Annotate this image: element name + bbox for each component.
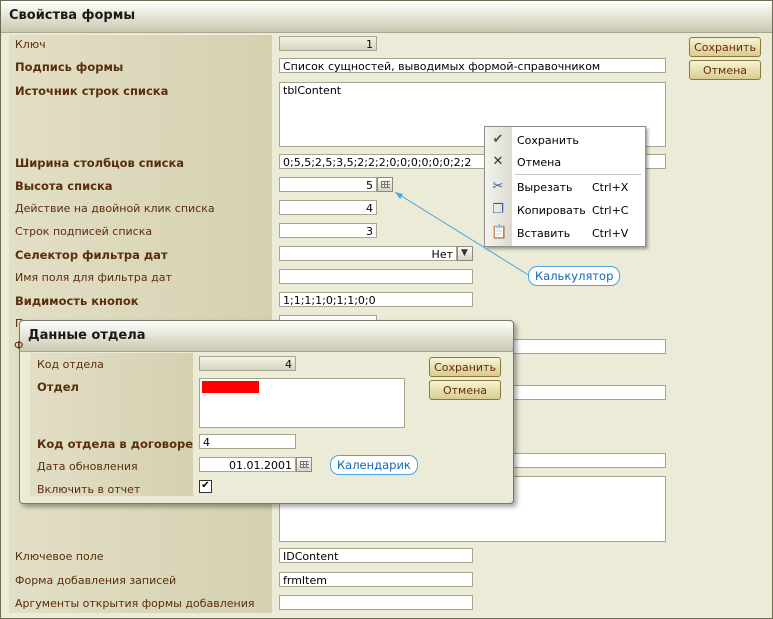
buttons-visibility-input[interactable]: 1;1;1;1;0;1;1;0;0 — [279, 292, 473, 307]
chevron-down-icon: ▼ — [461, 248, 468, 258]
dept-textarea[interactable] — [199, 378, 405, 428]
department-dialog: Данные отдела Код отдела Отдел Код отдел… — [19, 320, 514, 504]
add-form-input[interactable]: frmItem — [279, 572, 473, 587]
scissors-icon: ✂ — [492, 179, 504, 194]
window-title: Свойства формы — [9, 8, 136, 23]
menu-item-cancel[interactable]: ✕ Отмена — [485, 152, 645, 172]
dept-highlight — [202, 381, 259, 393]
dialog-labels-panel — [30, 353, 193, 496]
paste-icon: 📋 — [491, 225, 508, 240]
label-include-report: Включить в отчет — [37, 483, 141, 496]
menu-item-save[interactable]: ✔ Сохранить — [485, 130, 645, 150]
include-report-checkbox[interactable]: ✔ — [199, 480, 212, 493]
context-menu: ✔ Сохранить ✕ Отмена ✂ Вырезать Ctrl+X ❐… — [484, 126, 646, 247]
menu-item-cut[interactable]: ✂ Вырезать Ctrl+X — [485, 177, 645, 197]
key-field: 1 — [279, 36, 377, 51]
label-date-filter-selector: Селектор фильтра дат — [15, 248, 168, 262]
save-button[interactable]: Сохранить — [689, 37, 761, 57]
calculator-icon — [381, 181, 390, 188]
label-dept-code: Код отдела — [37, 358, 104, 371]
label-list-height: Высота списка — [15, 179, 113, 193]
update-date-input[interactable]: 01.01.2001 — [199, 457, 296, 472]
caption-input[interactable]: Список сущностей, выводимых формой-справ… — [279, 58, 666, 73]
label-buttons-visibility: Видимость кнопок — [15, 294, 139, 308]
label-column-widths: Ширина столбцов списка — [15, 156, 185, 170]
key-field-input[interactable]: IDContent — [279, 548, 473, 563]
menu-item-paste[interactable]: 📋 Вставить Ctrl+V — [485, 223, 645, 243]
menu-item-label: Отмена — [517, 156, 562, 169]
menu-item-shortcut: Ctrl+X — [592, 181, 629, 194]
copy-icon: ❐ — [492, 202, 504, 217]
label-fragment: Ф — [14, 339, 24, 352]
menu-item-label: Сохранить — [517, 134, 579, 147]
check-icon: ✔ — [492, 132, 504, 147]
label-caption-rows: Строк подписей списка — [15, 225, 153, 238]
dialog-titlebar: Данные отдела — [20, 321, 513, 352]
menu-item-copy[interactable]: ❐ Копировать Ctrl+C — [485, 200, 645, 220]
label-caption: Подпись формы — [15, 60, 124, 74]
label-update-date: Дата обновления — [37, 460, 138, 473]
form-properties-window: Свойства формы Ключ Подпись формы Источн… — [0, 0, 773, 619]
label-dblclick-action: Действие на двойной клик списка — [15, 202, 215, 215]
window-titlebar: Свойства формы — [1, 1, 772, 33]
date-filter-selector[interactable]: Нет — [279, 246, 457, 261]
label-contract-code: Код отдела в договоре — [37, 437, 194, 451]
date-filter-field-input[interactable] — [279, 269, 473, 284]
calculator-button[interactable] — [377, 177, 393, 192]
list-height-input[interactable]: 5 — [279, 177, 377, 192]
dept-code-field: 4 — [199, 356, 296, 371]
calculator-callout: Калькулятор — [528, 266, 621, 286]
label-add-form: Форма добавления записей — [15, 574, 177, 587]
menu-item-shortcut: Ctrl+V — [592, 227, 629, 240]
calendar-callout: Календарик — [330, 455, 418, 475]
close-icon: ✕ — [492, 154, 504, 169]
contract-code-input[interactable]: 4 — [199, 434, 296, 449]
menu-item-label: Копировать — [517, 204, 586, 217]
label-date-filter-field: Имя поля для фильтра дат — [15, 271, 172, 284]
label-key-field: Ключевое поле — [15, 550, 104, 563]
cancel-button[interactable]: Отмена — [689, 60, 761, 80]
label-row-source: Источник строк списка — [15, 84, 169, 98]
label-add-form-args: Аргументы открытия формы добавления — [15, 597, 255, 610]
dialog-cancel-button[interactable]: Отмена — [429, 380, 501, 400]
calendar-button[interactable] — [296, 457, 312, 472]
dropdown-button[interactable]: ▼ — [457, 246, 473, 261]
menu-item-shortcut: Ctrl+C — [592, 204, 629, 217]
menu-separator — [515, 174, 641, 175]
label-key: Ключ — [15, 38, 46, 51]
label-dept: Отдел — [37, 380, 79, 394]
dialog-title: Данные отдела — [28, 328, 146, 343]
dblclick-action-input[interactable]: 4 — [279, 200, 377, 215]
menu-item-label: Вырезать — [517, 181, 573, 194]
menu-item-label: Вставить — [517, 227, 571, 240]
add-form-args-input[interactable] — [279, 595, 473, 610]
calendar-icon — [300, 461, 309, 468]
caption-rows-input[interactable]: 3 — [279, 223, 377, 238]
dialog-save-button[interactable]: Сохранить — [429, 357, 501, 377]
